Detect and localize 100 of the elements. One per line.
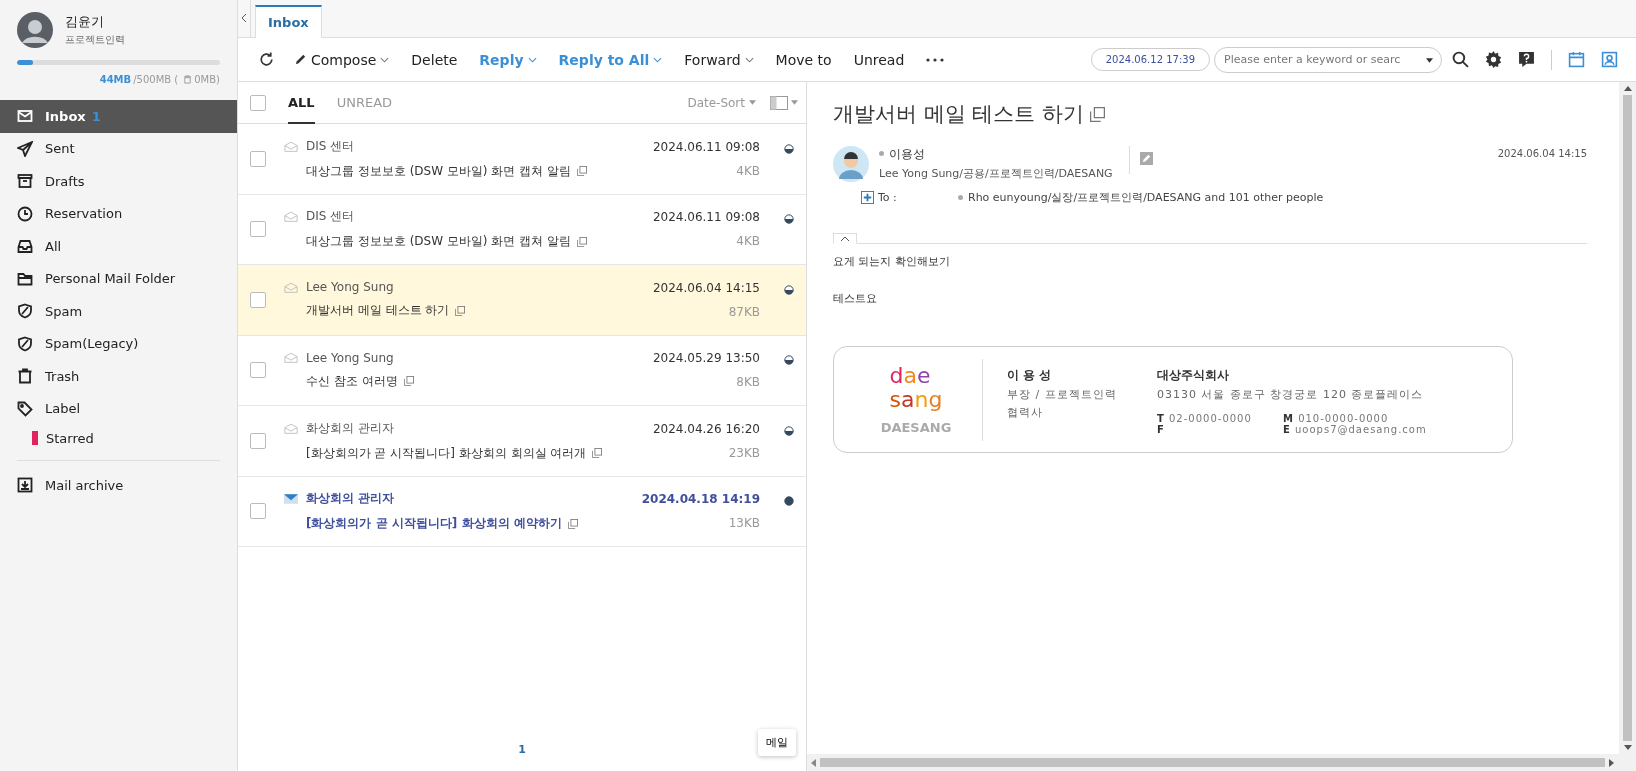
user-name: 김윤기 xyxy=(65,13,105,31)
row-checkbox[interactable] xyxy=(250,432,266,449)
toolbar-button[interactable]: Unread xyxy=(844,47,914,72)
spam-icon xyxy=(17,335,33,352)
read-dot-icon[interactable] xyxy=(784,284,794,295)
folder-item[interactable]: Label xyxy=(0,392,237,425)
copy-icon[interactable] xyxy=(455,305,466,316)
open-envelope-icon xyxy=(284,140,298,152)
unread-dot-icon[interactable] xyxy=(784,496,794,507)
scroll-up-icon[interactable] xyxy=(1623,86,1632,91)
company-address: 03130 서울 종로구 창경궁로 120 종로플레이스 xyxy=(1157,387,1425,402)
folder-item[interactable]: Mail archive xyxy=(0,469,237,502)
avatar-icon xyxy=(833,146,869,182)
mail-subject: 수신 참조 여러명 xyxy=(306,372,398,390)
contact-line: E uoops7@daesang.com xyxy=(1283,424,1427,435)
storage-used: 44MB xyxy=(99,73,132,85)
read-dot-icon[interactable] xyxy=(784,355,794,366)
folder-item[interactable]: Personal Mail Folder xyxy=(0,262,237,295)
row-checkbox[interactable] xyxy=(250,221,266,238)
copy-icon[interactable] xyxy=(567,518,578,529)
row-checkbox[interactable] xyxy=(250,150,266,167)
folder-item[interactable]: Sent xyxy=(0,132,237,165)
caret-icon xyxy=(1426,57,1433,63)
body-text: 테스트요 xyxy=(833,291,878,306)
sender-name: 화상회의 관리자 xyxy=(306,490,395,508)
split-view-icon xyxy=(770,95,788,110)
open-envelope-icon xyxy=(284,422,298,434)
read-dot-icon[interactable] xyxy=(784,143,794,154)
caret-icon xyxy=(791,100,798,105)
more-icon[interactable] xyxy=(925,57,946,62)
folder-item[interactable]: All xyxy=(0,230,237,263)
scroll-right-icon[interactable] xyxy=(1609,758,1614,767)
vertical-scrollbar[interactable] xyxy=(1619,82,1636,754)
search-field[interactable]: Please enter a keyword or searc xyxy=(1214,46,1442,73)
read-dot-icon[interactable] xyxy=(784,214,794,225)
archive-icon xyxy=(17,477,33,494)
chevron-left-icon xyxy=(241,14,247,22)
folder-icon xyxy=(17,270,33,287)
folder-item[interactable]: Spam(Legacy) xyxy=(0,327,237,360)
toolbar-button[interactable]: Forward xyxy=(675,47,763,72)
contact-line: F xyxy=(1157,424,1166,435)
drafts-icon xyxy=(17,173,33,190)
copy-icon[interactable] xyxy=(577,166,587,177)
sender-name: DIS 센터 xyxy=(306,137,355,155)
layout-toggle[interactable] xyxy=(770,95,798,110)
mail-date: 2024.06.11 09:08 xyxy=(652,210,760,225)
folder-item[interactable]: Reservation xyxy=(0,197,237,230)
row-checkbox[interactable] xyxy=(250,291,266,308)
row-checkbox[interactable] xyxy=(250,503,266,520)
copy-icon[interactable] xyxy=(577,236,587,247)
mail-row[interactable]: Lee Yong Sung 개발서버 메일 테스트 하기 2024.06.04 14:15 87KB xyxy=(238,265,806,336)
copy-icon[interactable] xyxy=(1090,106,1106,122)
unread-count: 1 xyxy=(91,108,101,124)
toolbar-button[interactable]: Move to xyxy=(766,47,841,72)
page-number[interactable]: 1 xyxy=(518,742,526,756)
mail-button[interactable]: 메일 xyxy=(758,729,796,756)
settings-icon[interactable] xyxy=(1485,51,1502,68)
tab[interactable]: Inbox xyxy=(255,5,322,38)
expand-icon[interactable] xyxy=(861,191,874,204)
trash-size: 0MB) xyxy=(194,73,220,85)
mail-size: 8KB xyxy=(736,375,760,390)
pencil-icon xyxy=(294,53,307,66)
sender-name[interactable]: 이용성 xyxy=(879,146,1113,163)
reservation-icon xyxy=(17,205,33,222)
scroll-left-icon[interactable] xyxy=(811,758,816,767)
starred-label-item[interactable]: Starred xyxy=(0,425,237,451)
recipients[interactable]: Rho eunyoung/실장/프로젝트인력/DAESANG and 101 other people xyxy=(968,190,1324,205)
help-icon[interactable] xyxy=(1518,51,1535,68)
to-label: To : xyxy=(878,191,898,204)
contact-icon[interactable] xyxy=(1601,51,1618,68)
select-all-checkbox[interactable] xyxy=(250,94,266,111)
signature-position: 부장 / 프로젝트인력 xyxy=(1007,387,1118,402)
mail-date: 2024.04.26 16:20 xyxy=(652,421,760,436)
sender-name: 화상회의 관리자 xyxy=(306,419,394,437)
copy-icon[interactable] xyxy=(592,448,603,459)
toolbar-button[interactable]: Delete xyxy=(402,47,467,72)
horizontal-scrollbar[interactable] xyxy=(807,754,1636,771)
mail-date: 2024.04.18 14:19 xyxy=(641,492,760,507)
contact-line: T 02-0000-0000 xyxy=(1157,413,1253,424)
mail-size: 4KB xyxy=(736,234,760,249)
signature-affiliation: 협력사 xyxy=(1007,405,1044,420)
mail-size: 4KB xyxy=(736,163,760,178)
toolbar-button[interactable]: Compose xyxy=(285,47,399,72)
mail-date: 2024.05.29 13:50 xyxy=(652,351,760,366)
row-checkbox[interactable] xyxy=(250,362,266,379)
search-icon[interactable] xyxy=(1452,51,1469,68)
copy-icon[interactable] xyxy=(403,376,414,387)
collapse-header-button[interactable] xyxy=(833,233,857,244)
contact-line: M 010-0000-0000 xyxy=(1283,413,1390,424)
edit-icon[interactable] xyxy=(1139,152,1153,165)
folder-item[interactable]: Drafts xyxy=(0,165,237,198)
scroll-down-icon[interactable] xyxy=(1623,745,1632,750)
read-dot-icon[interactable] xyxy=(784,425,794,436)
calendar-icon[interactable] xyxy=(1568,51,1585,68)
all-icon xyxy=(17,238,33,255)
refresh-icon[interactable] xyxy=(258,51,275,68)
folder-item[interactable]: Inbox 1 xyxy=(0,100,237,133)
folder-item[interactable]: Trash xyxy=(0,360,237,393)
mail-size: 87KB xyxy=(728,304,760,319)
folder-item[interactable]: Spam xyxy=(0,295,237,328)
